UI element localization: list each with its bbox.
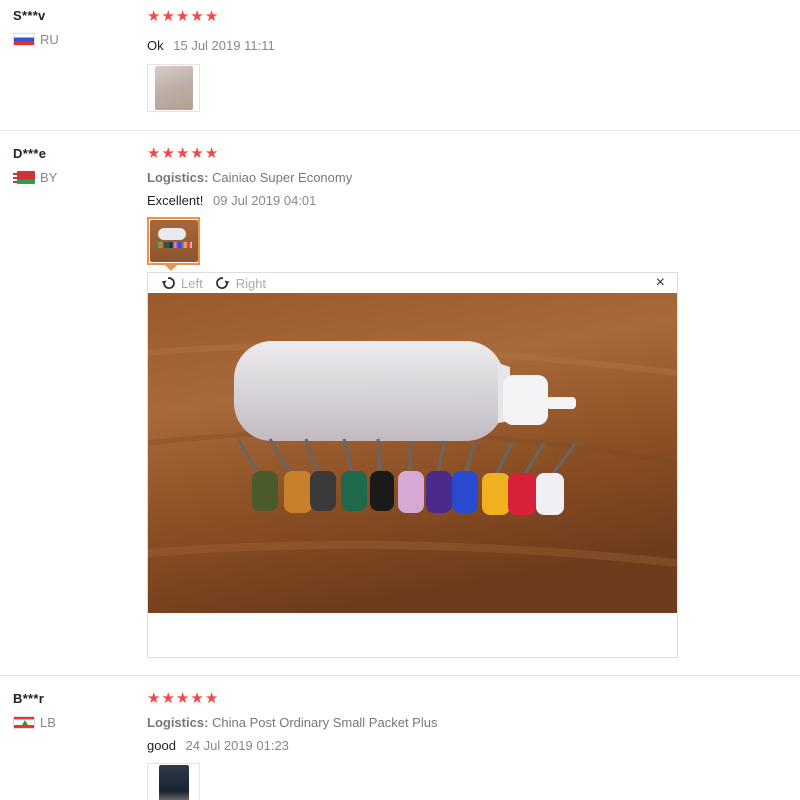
review-feedback: good 24 Jul 2019 01:23	[147, 738, 437, 753]
logistics-label: Logistics:	[147, 715, 209, 730]
flag-ru-icon	[13, 33, 35, 46]
star-icon: ★	[161, 145, 175, 162]
review-photo-large	[148, 293, 677, 613]
logistics-label: Logistics:	[147, 170, 209, 185]
feedback-text: Excellent!	[147, 193, 204, 208]
review-item: B***r LB ★ ★ ★ ★ ★ Logistics: China Post…	[0, 676, 800, 800]
flag-by-icon	[13, 171, 35, 184]
close-icon[interactable]: ×	[656, 273, 665, 293]
feedback-text: Ok	[147, 38, 164, 53]
review-content: ★ ★ ★ ★ ★ Logistics: Cainiao Super Econo…	[147, 146, 352, 265]
rotate-left-button[interactable]: Left	[160, 276, 203, 291]
thumbnail-image	[149, 220, 198, 262]
star-rating: ★ ★ ★ ★ ★	[147, 9, 275, 25]
review-content: ★ ★ ★ ★ ★ Ok 15 Jul 2019 11:11	[147, 9, 275, 112]
review-item: D***e BY ★ ★ ★ ★ ★ Logistics: Cainiao Su…	[0, 131, 800, 676]
review-item: S***v RU ★ ★ ★ ★ ★ Ok 15 Jul 2019 11:11	[0, 0, 800, 131]
reviewer-info: S***v RU	[13, 8, 59, 47]
reviewer-name: S***v	[13, 8, 46, 23]
star-icon: ★	[147, 690, 161, 707]
thumbnail-image	[154, 66, 193, 110]
star-icon: ★	[204, 145, 219, 162]
rotate-left-icon	[161, 277, 175, 289]
star-icon: ★	[175, 690, 190, 707]
star-rating: ★ ★ ★ ★ ★	[147, 691, 437, 707]
review-content: ★ ★ ★ ★ ★ Logistics: China Post Ordinary…	[147, 691, 437, 800]
star-icon: ★	[190, 8, 204, 25]
logistics-value: China Post Ordinary Small Packet Plus	[212, 715, 438, 730]
star-icon: ★	[204, 690, 219, 707]
star-rating: ★ ★ ★ ★ ★	[147, 146, 352, 162]
star-icon: ★	[161, 8, 175, 25]
reviewer-info: D***e BY	[13, 146, 57, 185]
thumbnail-pointer-arrow	[164, 264, 178, 271]
star-icon: ★	[147, 8, 161, 25]
rotate-right-button[interactable]: Right	[215, 276, 266, 291]
country-code: BY	[40, 170, 58, 185]
reviewer-country: LB	[13, 715, 56, 730]
feedback-date: 24 Jul 2019 01:23	[185, 738, 289, 753]
logistics-info: Logistics: Cainiao Super Economy	[147, 170, 352, 185]
star-icon: ★	[161, 690, 175, 707]
star-icon: ★	[190, 690, 204, 707]
feedback-date: 09 Jul 2019 04:01	[213, 193, 317, 208]
flag-lb-icon	[13, 716, 35, 729]
star-icon: ★	[147, 145, 161, 162]
logistics-value: Cainiao Super Economy	[212, 170, 353, 185]
rotate-right-icon	[215, 277, 230, 289]
feedback-date: 15 Jul 2019 11:11	[173, 38, 275, 53]
reviewer-info: B***r LB	[13, 691, 56, 730]
rotate-left-label: Left	[181, 275, 203, 291]
star-icon: ★	[190, 145, 204, 162]
reviewer-name: B***r	[13, 691, 45, 706]
viewer-toolbar: Left Right ×	[148, 273, 677, 293]
star-icon: ★	[175, 145, 190, 162]
review-photo-thumbnail[interactable]	[147, 763, 200, 800]
feedback-text: good	[147, 738, 176, 753]
reviewer-name: D***e	[13, 146, 47, 161]
review-feedback: Ok 15 Jul 2019 11:11	[147, 38, 275, 53]
review-photo-thumbnail[interactable]	[147, 64, 200, 112]
reviewer-country: BY	[13, 170, 57, 185]
image-viewer: Left Right ×	[147, 272, 678, 658]
country-code: RU	[40, 32, 59, 47]
review-photo-thumbnail[interactable]	[147, 217, 200, 265]
review-feedback: Excellent! 09 Jul 2019 04:01	[147, 193, 352, 208]
thumbnail-image	[158, 765, 189, 800]
star-icon: ★	[204, 8, 219, 25]
star-icon: ★	[175, 8, 190, 25]
rotate-right-label: Right	[235, 275, 267, 291]
country-code: LB	[40, 715, 56, 730]
logistics-info: Logistics: China Post Ordinary Small Pac…	[147, 715, 437, 730]
reviewer-country: RU	[13, 32, 59, 47]
